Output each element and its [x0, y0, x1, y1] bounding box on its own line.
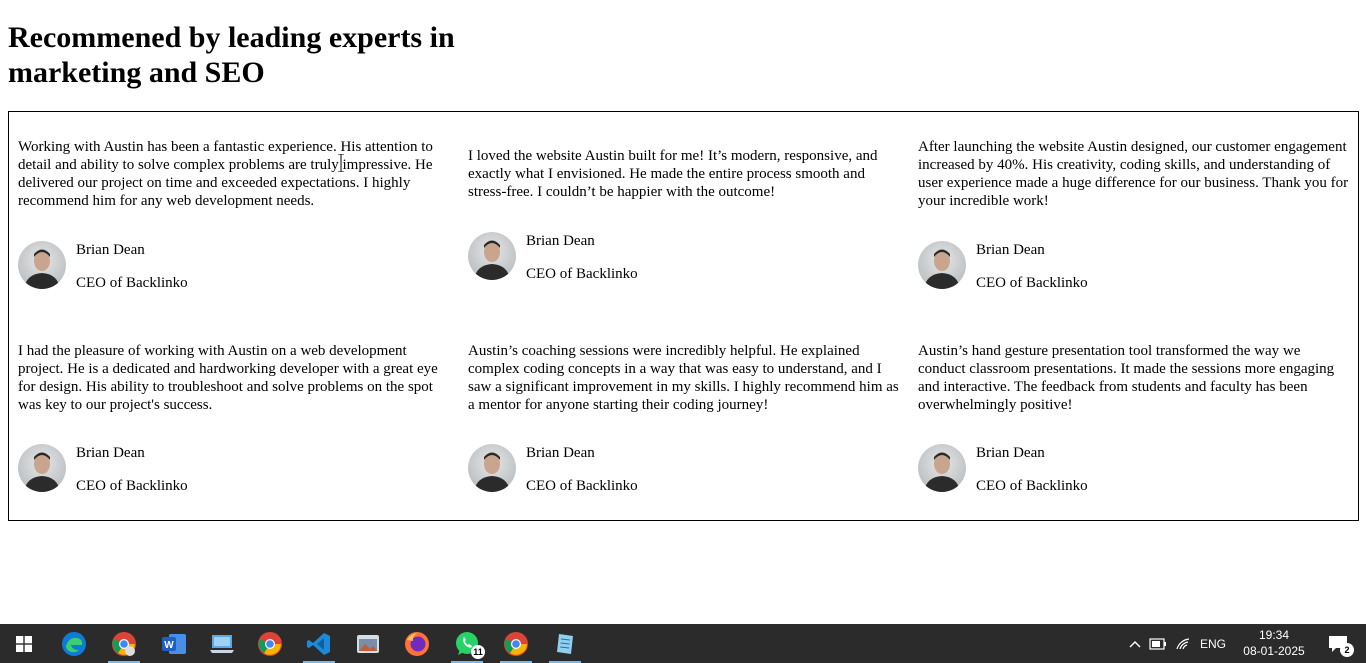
avatar — [918, 241, 966, 289]
testimonial-author: Brian Dean CEO of Backlinko — [468, 444, 768, 494]
chrome-icon[interactable] — [246, 624, 294, 663]
action-center-icon[interactable]: 2 — [1318, 624, 1358, 663]
testimonial-text: I loved the website Austin built for me!… — [468, 148, 878, 200]
testimonials-grid: Working with Austin has been a fantastic… — [8, 111, 1359, 521]
author-name: Brian Dean — [76, 445, 145, 461]
language-indicator[interactable]: ENG — [1197, 624, 1229, 663]
author-name: Brian Dean — [76, 242, 145, 258]
testimonial-author: Brian Dean CEO of Backlinko — [18, 444, 318, 494]
notepad-icon[interactable] — [541, 624, 589, 663]
author-name: Brian Dean — [526, 445, 595, 461]
svg-text:W: W — [164, 640, 174, 651]
testimonial-text: Austin’s hand gesture presentation tool … — [918, 343, 1335, 413]
testimonial-card: Working with Austin has been a fantastic… — [18, 138, 450, 210]
author-role: CEO of Backlinko — [76, 478, 188, 494]
author-role: CEO of Backlinko — [526, 478, 638, 494]
testimonial-text: After launching the website Austin desig… — [918, 139, 1349, 209]
file-explorer-pc-icon[interactable] — [198, 624, 246, 663]
page-title: Recommened by leading experts in marketi… — [8, 21, 455, 89]
photos-icon[interactable] — [344, 624, 392, 663]
battery-icon[interactable] — [1148, 624, 1168, 663]
taskbar: W 11 ENG 19:34 08-01-2025 2 — [0, 624, 1366, 663]
clock[interactable]: 19:34 08-01-2025 — [1234, 627, 1314, 659]
author-role: CEO of Backlinko — [76, 275, 188, 291]
author-name: Brian Dean — [976, 242, 1045, 258]
testimonial-card: After launching the website Austin desig… — [918, 138, 1350, 210]
wifi-icon[interactable] — [1173, 624, 1195, 663]
testimonial-card: I had the pleasure of working with Austi… — [18, 342, 450, 414]
testimonial-author: Brian Dean CEO of Backlinko — [918, 444, 1218, 494]
testimonial-text: I had the pleasure of working with Austi… — [18, 343, 438, 413]
testimonial-card: I loved the website Austin built for me!… — [468, 147, 900, 201]
notification-badge: 2 — [1340, 643, 1354, 657]
testimonial-text: Austin’s coaching sessions were incredib… — [468, 343, 899, 413]
word-icon[interactable]: W — [150, 624, 198, 663]
vscode-icon[interactable] — [295, 624, 343, 663]
testimonial-author: Brian Dean CEO of Backlinko — [18, 241, 318, 291]
clock-time: 19:34 — [1258, 628, 1290, 642]
testimonial-card: Austin’s coaching sessions were incredib… — [468, 342, 900, 414]
avatar — [18, 444, 66, 492]
avatar — [918, 444, 966, 492]
avatar — [468, 444, 516, 492]
avatar — [18, 241, 66, 289]
testimonial-author: Brian Dean CEO of Backlinko — [918, 241, 1218, 291]
author-role: CEO of Backlinko — [526, 266, 638, 282]
whatsapp-badge: 11 — [471, 645, 485, 659]
windows-start-icon[interactable] — [0, 624, 48, 663]
chrome-alt-icon[interactable] — [492, 624, 540, 663]
firefox-icon[interactable] — [393, 624, 441, 663]
testimonial-text: Working with Austin has been a fantastic… — [18, 139, 433, 209]
author-role: CEO of Backlinko — [976, 275, 1088, 291]
whatsapp-icon[interactable]: 11 — [443, 624, 491, 663]
testimonial-author: Brian Dean CEO of Backlinko — [468, 232, 768, 282]
author-name: Brian Dean — [526, 233, 595, 249]
text-cursor-icon — [338, 153, 344, 173]
avatar — [468, 232, 516, 280]
edge-icon[interactable] — [50, 624, 98, 663]
chrome-profile-icon[interactable] — [100, 624, 148, 663]
testimonial-card: Austin’s hand gesture presentation tool … — [918, 342, 1350, 414]
clock-date: 08-01-2025 — [1243, 644, 1305, 658]
author-role: CEO of Backlinko — [976, 478, 1088, 494]
author-name: Brian Dean — [976, 445, 1045, 461]
show-hidden-icons-chevron-icon[interactable] — [1126, 624, 1144, 663]
